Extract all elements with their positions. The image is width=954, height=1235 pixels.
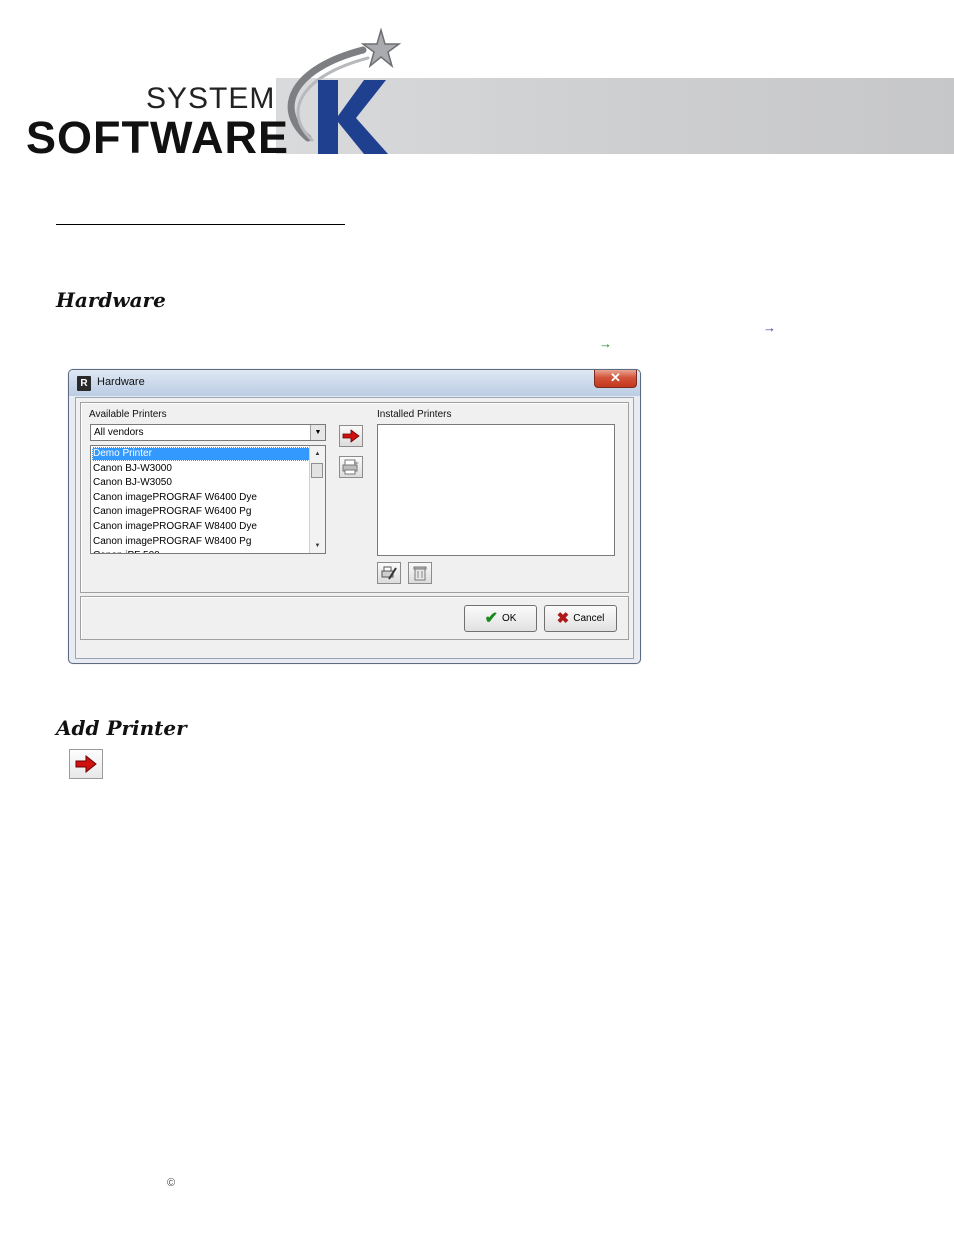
- dialog-title: Hardware: [97, 376, 145, 388]
- cancel-button-label: Cancel: [573, 613, 605, 624]
- hardware-dialog: R Hardware ✕ Available Printers Installe…: [68, 369, 641, 664]
- logo-k-mark: [287, 28, 402, 154]
- ok-button-label: OK: [501, 613, 517, 624]
- ok-button[interactable]: ✔ OK: [464, 605, 537, 632]
- printer-list-item[interactable]: Canon imagePROGRAF W8400 Pg: [92, 535, 311, 549]
- vendor-dropdown[interactable]: All vendors ▼: [90, 424, 326, 441]
- dialog-titlebar[interactable]: R Hardware ✕: [69, 370, 640, 396]
- cancel-x-icon: ✖: [556, 610, 570, 627]
- arrow-right-icon: [342, 429, 360, 443]
- available-printers-label: Available Printers: [89, 409, 167, 420]
- add-printer-button-large[interactable]: [69, 749, 103, 779]
- dialog-client-area: Available Printers Installed Printers Al…: [75, 397, 634, 659]
- printer-list-item[interactable]: Canon BJ-W3000: [92, 462, 311, 476]
- printer-edit-icon: [381, 566, 397, 580]
- app-icon: R: [77, 376, 91, 391]
- close-button[interactable]: ✕: [594, 370, 637, 388]
- printer-list-item[interactable]: Demo Printer: [92, 447, 311, 461]
- printer-list-item[interactable]: Canon imagePROGRAF W8400 Dye: [92, 520, 311, 534]
- printer-list-item[interactable]: Canon BJ-W3050: [92, 476, 311, 490]
- edit-printer-button[interactable]: [377, 562, 401, 584]
- hardware-heading: Hardware: [56, 288, 166, 312]
- printer-list-item[interactable]: Canon iPF 500: [92, 549, 311, 553]
- printer-remove-icon: [342, 459, 359, 475]
- checkmark-icon: ✔: [484, 609, 498, 627]
- add-printer-heading: Add Printer: [56, 716, 187, 740]
- available-printers-list[interactable]: Demo Printer Canon BJ-W3000 Canon BJ-W3050…: [90, 445, 326, 554]
- logo-software-text: SOFTWARE: [26, 112, 289, 163]
- scroll-thumb[interactable]: [311, 463, 323, 478]
- printer-list-item[interactable]: Canon imagePROGRAF W6400 Pg: [92, 505, 311, 519]
- scroll-up-icon[interactable]: ▲: [310, 447, 325, 461]
- list-scrollbar[interactable]: ▲ ▼: [309, 446, 325, 553]
- arrow-right-icon: [75, 754, 97, 774]
- installed-printers-list[interactable]: [377, 424, 615, 556]
- copyright-symbol: ©: [167, 1177, 176, 1189]
- cancel-button[interactable]: ✖ Cancel: [544, 605, 617, 632]
- arrow-right-icon: →: [763, 320, 776, 335]
- installed-printers-label: Installed Printers: [377, 409, 452, 420]
- printer-list-item[interactable]: Canon imagePROGRAF W6400 Dye: [92, 491, 311, 505]
- printer-delete-icon: [413, 566, 427, 581]
- scroll-down-icon[interactable]: ▼: [310, 539, 325, 553]
- add-printer-button[interactable]: [339, 425, 363, 447]
- remove-printer-button[interactable]: [339, 456, 363, 478]
- delete-printer-button[interactable]: [408, 562, 432, 584]
- section-rule: [56, 224, 345, 225]
- vendor-dropdown-value: All vendors: [94, 427, 144, 438]
- arrow-right-icon: →: [599, 336, 612, 351]
- chevron-down-icon[interactable]: ▼: [310, 425, 325, 440]
- logo-system-text: SYSTEM: [146, 82, 276, 115]
